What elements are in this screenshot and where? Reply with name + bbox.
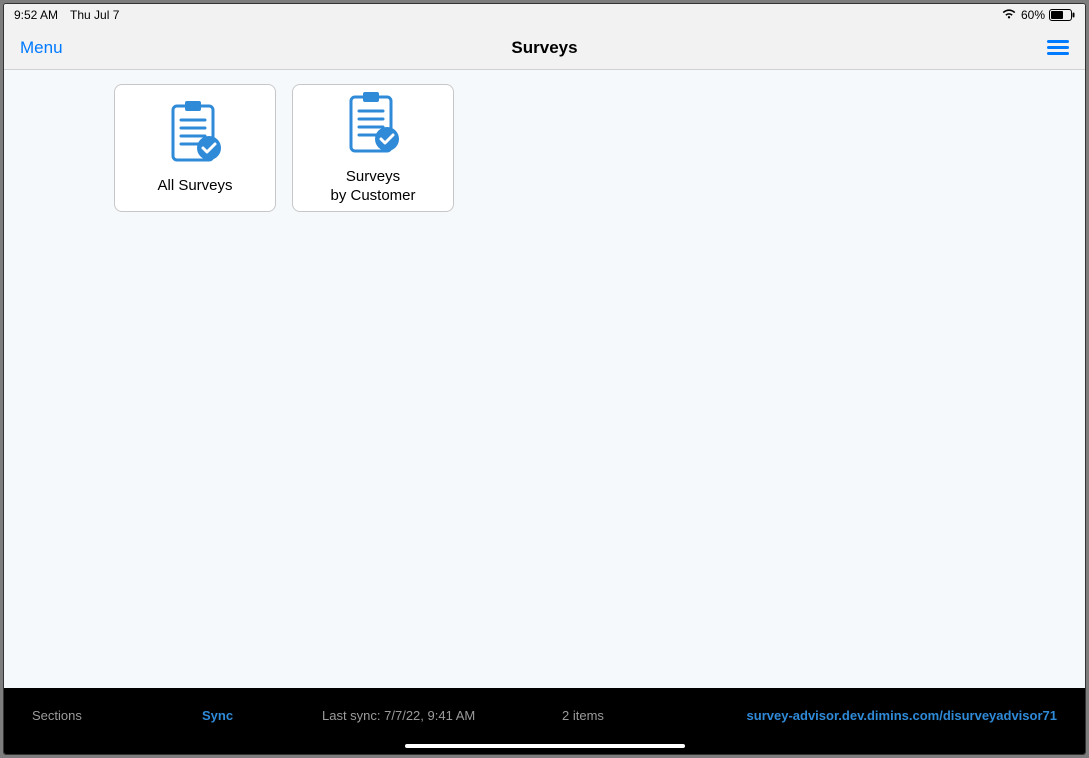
device-frame: 9:52 AM Thu Jul 7 60% Menu Surveys bbox=[3, 3, 1086, 755]
home-indicator[interactable] bbox=[405, 744, 685, 748]
battery-icon bbox=[1049, 9, 1075, 21]
clipboard-check-icon bbox=[343, 91, 403, 162]
sync-button[interactable]: Sync bbox=[202, 708, 322, 723]
items-count: 2 items bbox=[562, 708, 682, 723]
server-url-link[interactable]: survey-advisor.dev.dimins.com/disurveyad… bbox=[747, 708, 1057, 723]
tile-all-surveys[interactable]: All Surveys bbox=[114, 84, 276, 212]
sections-button[interactable]: Sections bbox=[32, 708, 202, 723]
hamburger-icon bbox=[1047, 40, 1069, 55]
tile-label: All Surveys bbox=[157, 177, 232, 196]
content-area: All Surveys Surveys by Customer bbox=[4, 70, 1085, 688]
wifi-icon bbox=[1001, 8, 1017, 23]
page-title: Surveys bbox=[511, 38, 577, 58]
status-date: Thu Jul 7 bbox=[70, 8, 119, 22]
battery-percent: 60% bbox=[1021, 8, 1045, 22]
clipboard-check-icon bbox=[165, 100, 225, 171]
tile-label: Surveys by Customer bbox=[330, 168, 415, 206]
bottom-bar: Sections Sync Last sync: 7/7/22, 9:41 AM… bbox=[4, 688, 1085, 754]
tile-surveys-by-customer[interactable]: Surveys by Customer bbox=[292, 84, 454, 212]
status-time: 9:52 AM bbox=[14, 8, 58, 22]
menu-button[interactable]: Menu bbox=[20, 38, 63, 58]
status-bar: 9:52 AM Thu Jul 7 60% bbox=[4, 4, 1085, 26]
last-sync-label: Last sync: 7/7/22, 9:41 AM bbox=[322, 708, 562, 723]
nav-bar: Menu Surveys bbox=[4, 26, 1085, 70]
hamburger-button[interactable] bbox=[1047, 40, 1069, 55]
